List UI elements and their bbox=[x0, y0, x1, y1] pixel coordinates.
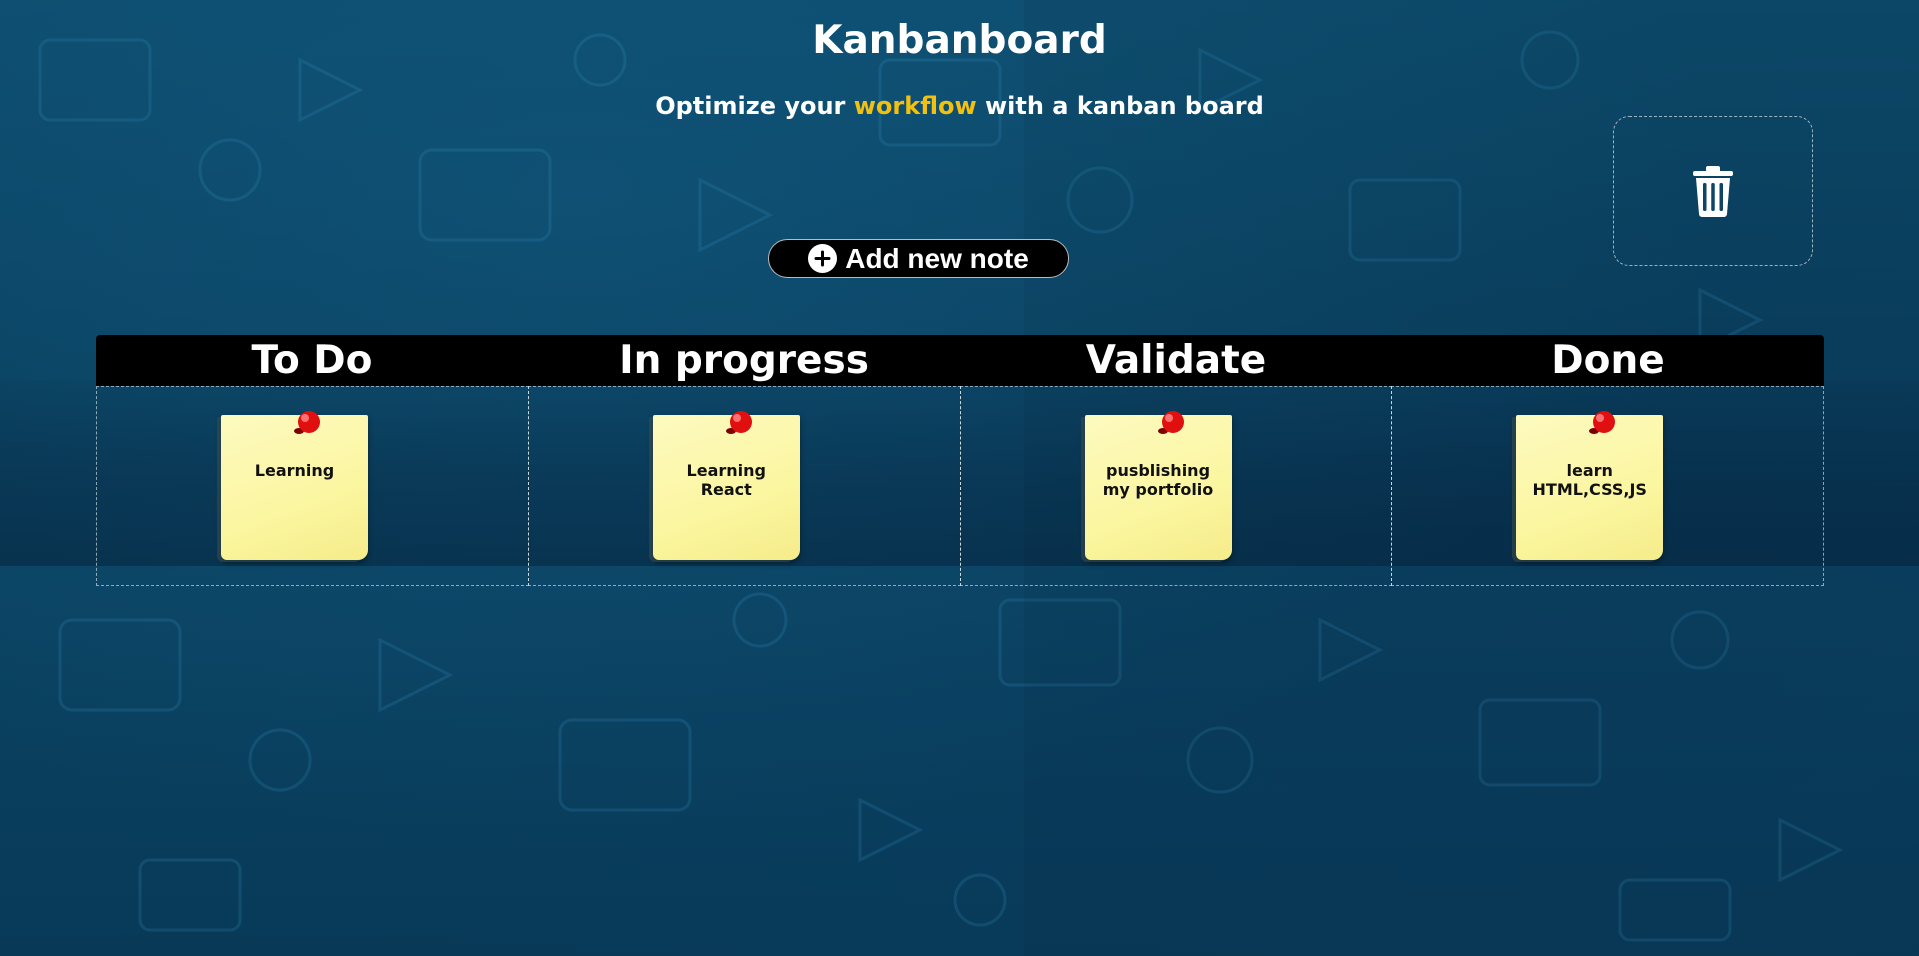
note-text: pusblishing my portfolio bbox=[1102, 461, 1214, 500]
page-title: Kanbanboard bbox=[812, 18, 1107, 63]
sticky-note[interactable]: pusblishing my portfolio bbox=[1084, 411, 1232, 560]
column-in-progress[interactable]: Learning React bbox=[527, 386, 961, 586]
sticky-note[interactable]: Learning React bbox=[652, 411, 800, 560]
subtitle-highlight: workflow bbox=[853, 92, 977, 120]
trash-icon bbox=[1693, 166, 1733, 217]
sticky-note[interactable]: learn HTML,CSS,JS bbox=[1516, 411, 1664, 560]
column-validate[interactable]: pusblishing my portfolio bbox=[959, 386, 1393, 586]
subtitle-text-start: Optimize your bbox=[655, 92, 854, 120]
kanban-board: To Do In progress Validate Done Learning bbox=[96, 335, 1824, 586]
note-text: Learning React bbox=[686, 461, 766, 500]
add-new-note-button[interactable]: Add new note bbox=[768, 239, 1069, 278]
column-title-validate: Validate bbox=[1085, 338, 1267, 383]
pushpin-icon bbox=[1589, 411, 1616, 434]
column-title-todo: To Do bbox=[251, 338, 373, 383]
plus-circle-icon bbox=[808, 244, 838, 273]
pushpin-icon bbox=[725, 411, 752, 434]
column-done[interactable]: learn HTML,CSS,JS bbox=[1391, 386, 1824, 586]
column-title-done: Done bbox=[1551, 338, 1665, 383]
trash-dropzone[interactable] bbox=[1613, 116, 1813, 266]
column-title-in-progress: In progress bbox=[619, 338, 869, 383]
board-body: Learning Learning React pusblishing my p… bbox=[96, 386, 1824, 586]
note-text: learn HTML,CSS,JS bbox=[1532, 461, 1647, 500]
pushpin-icon bbox=[294, 411, 320, 434]
pushpin-icon bbox=[1157, 411, 1184, 434]
add-new-note-label: Add new note bbox=[845, 242, 1029, 274]
sticky-note[interactable]: Learning bbox=[221, 411, 368, 560]
note-text: Learning bbox=[254, 461, 335, 480]
board-header: To Do In progress Validate Done bbox=[96, 335, 1824, 386]
column-todo[interactable]: Learning bbox=[96, 386, 529, 586]
subtitle-text-end: with a kanban board bbox=[976, 92, 1264, 120]
